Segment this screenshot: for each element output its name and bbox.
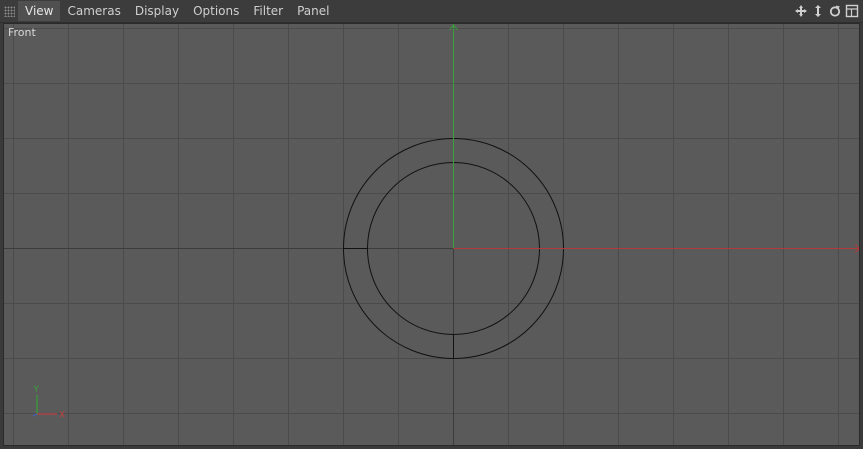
viewport-menubar: View Cameras Display Options Filter Pane… [0, 0, 863, 23]
front-viewport-window: View Cameras Display Options Filter Pane… [0, 0, 863, 449]
menu-view[interactable]: View [18, 1, 61, 21]
axis-gizmo: Y X [33, 385, 66, 421]
maximize-icon[interactable] [844, 3, 860, 19]
menu-options[interactable]: Options [186, 1, 246, 21]
zoom-icon[interactable] [810, 3, 826, 19]
viewport-canvas[interactable]: Y X [4, 24, 860, 446]
viewport-name-label: Front [8, 26, 36, 39]
panel-grip-icon[interactable] [0, 0, 18, 22]
viewport-origin-lines [4, 24, 859, 445]
menu-cameras[interactable]: Cameras [60, 1, 127, 21]
menu-panel[interactable]: Panel [290, 1, 336, 21]
gizmo-x-label: X [59, 411, 65, 421]
menu-display[interactable]: Display [128, 1, 186, 21]
move-icon[interactable] [793, 3, 809, 19]
viewport-grid [4, 24, 859, 445]
rotate-icon[interactable] [827, 3, 843, 19]
navigation-icons [793, 3, 860, 19]
front-viewport[interactable]: Y X Front [3, 23, 860, 446]
menu-filter[interactable]: Filter [246, 1, 290, 21]
gizmo-y-label: Y [33, 385, 40, 395]
